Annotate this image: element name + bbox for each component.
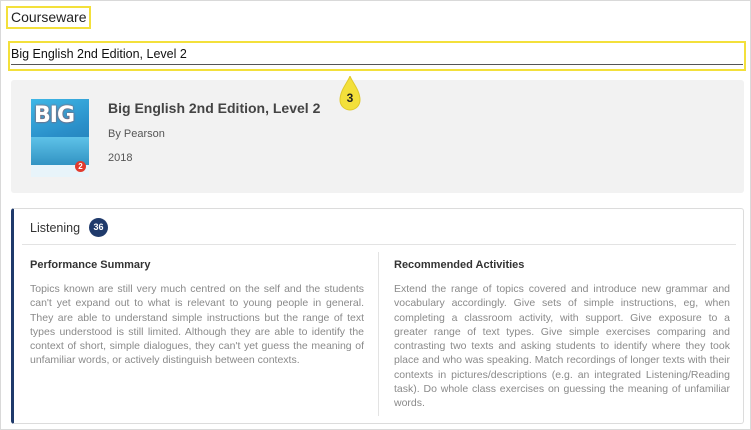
cover-logo: BIG <box>34 103 75 128</box>
cover-level-badge: 2 <box>75 161 86 172</box>
performance-summary-heading: Performance Summary <box>30 259 151 271</box>
book-cover-image: BIG 2 <box>31 99 89 177</box>
book-year: 2018 <box>108 152 133 164</box>
skill-name: Listening <box>30 221 81 235</box>
book-title: Big English 2nd Edition, Level 2 <box>108 100 321 116</box>
callout-number: 3 <box>346 91 354 105</box>
course-selector[interactable]: Big English 2nd Edition, Level 2 <box>11 47 187 61</box>
skill-score-badge: 36 <box>89 218 108 237</box>
course-selector-underline <box>11 64 743 65</box>
performance-summary-text: Topics known are still very much centred… <box>30 283 364 367</box>
column-divider <box>378 252 379 416</box>
recommended-activities-text: Extend the range of topics covered and i… <box>394 283 730 410</box>
panel-divider <box>22 244 736 245</box>
page-title: Courseware <box>11 9 87 25</box>
recommended-activities-heading: Recommended Activities <box>394 259 525 271</box>
book-publisher: By Pearson <box>108 128 165 140</box>
